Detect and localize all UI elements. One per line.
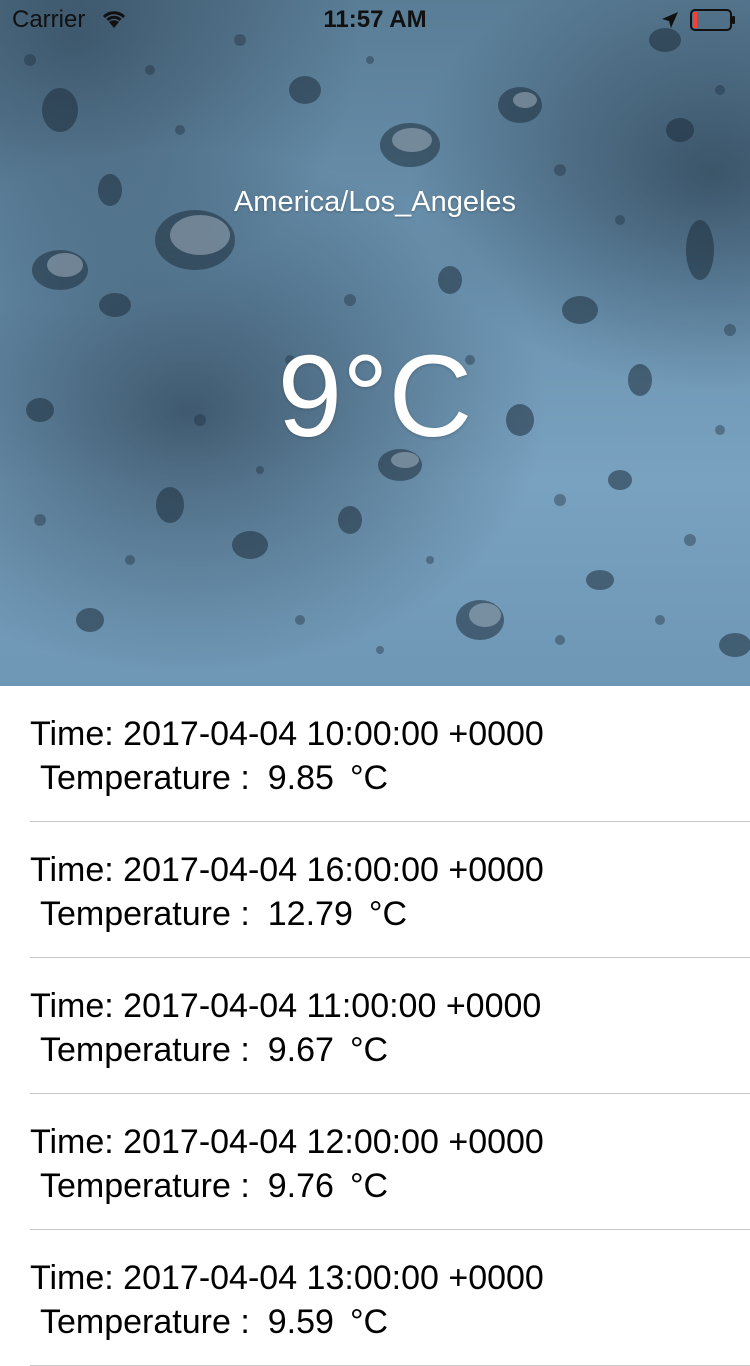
temperature-value: 12.79	[267, 895, 353, 933]
forecast-temperature: Temperature : 9.85 °C	[30, 756, 750, 800]
status-bar: Carrier 11:57 AM	[0, 0, 750, 40]
temperature-label: Temperature :	[40, 759, 250, 797]
forecast-list: Time: 2017-04-04 10:00:00 +0000 Temperat…	[0, 686, 750, 1366]
temperature-value: 9.76	[267, 1167, 334, 1205]
forecast-time: Time: 2017-04-04 10:00:00 +0000	[30, 715, 544, 753]
forecast-time: Time: 2017-04-04 12:00:00 +0000	[30, 1123, 544, 1161]
temperature-unit: °C	[349, 1031, 389, 1069]
battery-icon	[690, 9, 735, 31]
temperature-value: 9.59	[267, 1303, 334, 1341]
temperature-value: 9.67	[267, 1031, 334, 1069]
temperature-label: Temperature :	[40, 1167, 250, 1205]
location-arrow-icon	[662, 12, 678, 28]
forecast-row[interactable]: Time: 2017-04-04 11:00:00 +0000 Temperat…	[0, 958, 750, 1094]
forecast-row[interactable]: Time: 2017-04-04 12:00:00 +0000 Temperat…	[0, 1094, 750, 1230]
status-time: 11:57 AM	[323, 6, 427, 33]
forecast-row[interactable]: Time: 2017-04-04 16:00:00 +0000 Temperat…	[0, 822, 750, 958]
current-temperature: 9°C	[277, 331, 473, 461]
temperature-unit: °C	[349, 759, 389, 797]
temperature-label: Temperature :	[40, 895, 250, 933]
temperature-value: 9.85	[267, 759, 334, 797]
weather-header: Carrier 11:57 AM America/Los_Angeles 9°C	[0, 0, 750, 686]
forecast-temperature: Temperature : 9.67 °C	[30, 1028, 750, 1072]
forecast-row[interactable]: Time: 2017-04-04 13:00:00 +0000 Temperat…	[0, 1230, 750, 1366]
forecast-temperature: Temperature : 12.79 °C	[30, 892, 750, 936]
temperature-unit: °C	[349, 1303, 389, 1341]
forecast-temperature: Temperature : 9.59 °C	[30, 1300, 750, 1344]
forecast-time: Time: 2017-04-04 13:00:00 +0000	[30, 1259, 544, 1297]
forecast-time: Time: 2017-04-04 11:00:00 +0000	[30, 987, 542, 1025]
forecast-time: Time: 2017-04-04 16:00:00 +0000	[30, 851, 544, 889]
temperature-label: Temperature :	[40, 1303, 250, 1341]
forecast-temperature: Temperature : 9.76 °C	[30, 1164, 750, 1208]
temperature-unit: °C	[368, 895, 408, 933]
temperature-unit: °C	[349, 1167, 389, 1205]
city-label: America/Los_Angeles	[233, 186, 517, 218]
forecast-row[interactable]: Time: 2017-04-04 10:00:00 +0000 Temperat…	[0, 686, 750, 822]
temperature-label: Temperature :	[40, 1031, 250, 1069]
